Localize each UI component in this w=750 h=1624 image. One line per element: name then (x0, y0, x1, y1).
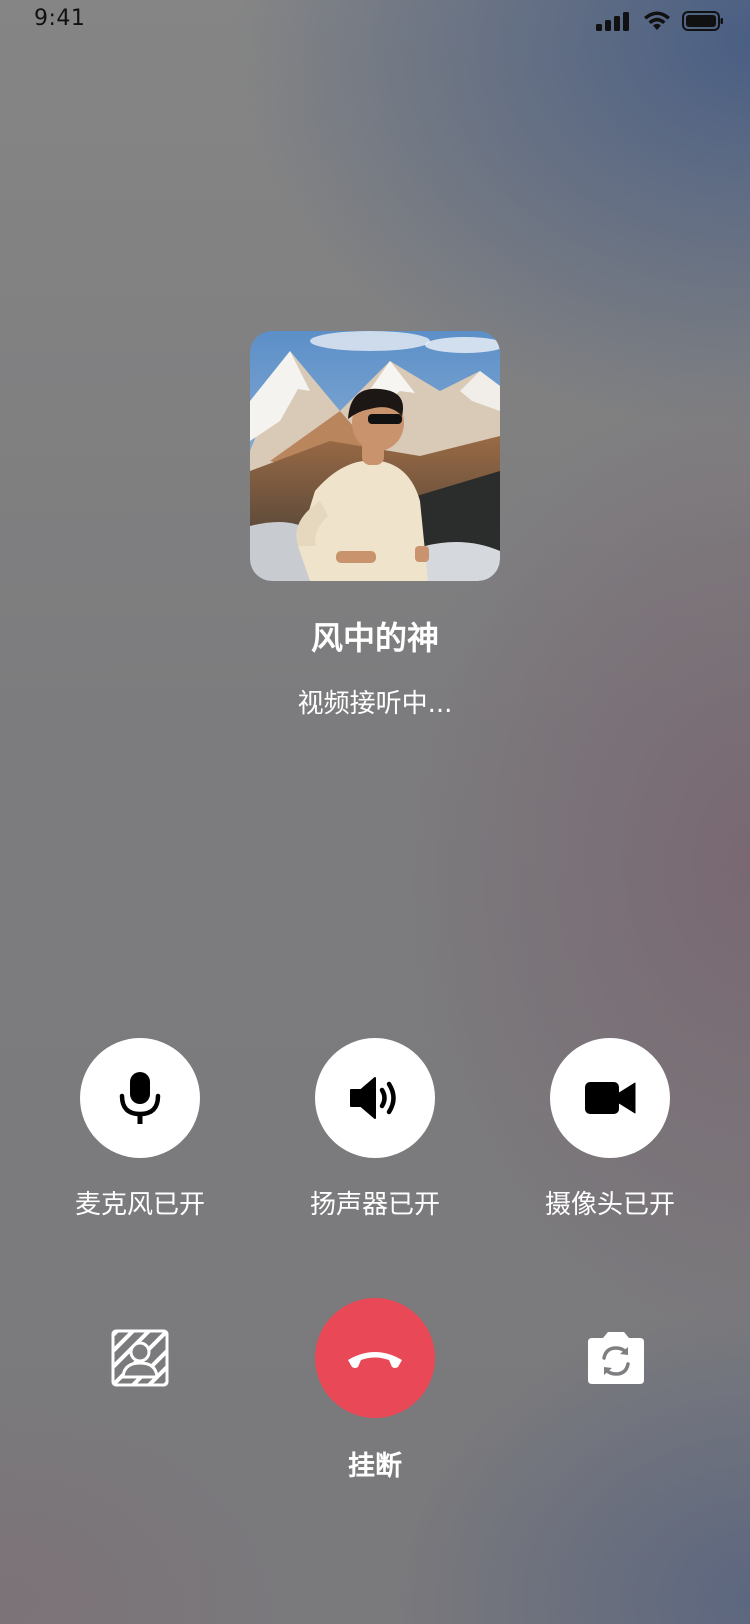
hangup-label: 挂断 (348, 1451, 402, 1482)
microphone-button[interactable] (80, 1038, 200, 1158)
caller-avatar-image (250, 331, 500, 581)
speaker-icon (350, 1077, 396, 1119)
camera-button[interactable] (550, 1038, 670, 1158)
status-icons (596, 10, 724, 32)
call-status: 视频接听中... (297, 689, 453, 719)
phone-hangup-icon (348, 1352, 402, 1368)
hangup-control[interactable]: 挂断 (275, 1298, 475, 1483)
switch-camera-icon (588, 1332, 644, 1384)
microphone-toggle[interactable]: 麦克风已开 (40, 1038, 240, 1221)
cellular-signal-icon (596, 12, 629, 31)
speaker-button[interactable] (315, 1038, 435, 1158)
background-blur-icon (111, 1329, 169, 1387)
status-bar: 9:41 (0, 0, 750, 42)
camera-toggle[interactable]: 摄像头已开 (510, 1038, 710, 1221)
microphone-icon (119, 1072, 161, 1124)
caller-name: 风中的神 (310, 619, 439, 657)
video-call-screen: 9:41 风中的神 视频接听中... 麦克风已开 扬声器已开 摄像头已开 挂断 (0, 0, 750, 1624)
status-time: 9:41 (34, 6, 86, 31)
switch-camera-button[interactable] (584, 1328, 648, 1388)
microphone-label: 麦克风已开 (74, 1190, 205, 1220)
speaker-label: 扬声器已开 (309, 1190, 440, 1220)
battery-icon (682, 11, 723, 31)
camera-label: 摄像头已开 (544, 1190, 675, 1220)
hangup-button[interactable] (315, 1298, 435, 1418)
video-camera-icon (585, 1082, 636, 1114)
speaker-toggle[interactable]: 扬声器已开 (275, 1038, 475, 1221)
wifi-icon (644, 11, 670, 30)
background-blur-button[interactable] (110, 1328, 170, 1388)
caller-avatar (250, 331, 500, 581)
